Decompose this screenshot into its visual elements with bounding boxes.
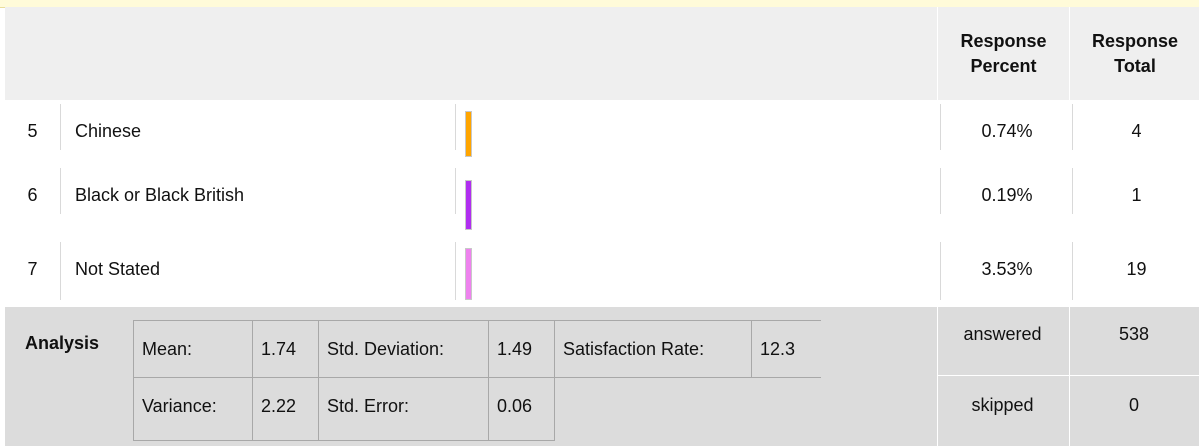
analysis-panel: Analysis Mean: 1.74 Std. Deviation: 1.49… (5, 307, 1199, 446)
row-percent: 0.74% (942, 104, 1073, 150)
skipped-label: skipped (971, 395, 1034, 415)
row-label: Chinese (62, 104, 456, 150)
table-header: Response Percent Response Total (5, 7, 1199, 100)
response-total-header-line2: Total (1114, 55, 1156, 76)
mean-value: 1.74 (252, 320, 319, 378)
variance-value: 2.22 (252, 377, 319, 441)
row-number: 7 (5, 242, 61, 300)
response-bar (465, 111, 472, 157)
bar-cell (457, 104, 941, 157)
row-number: 6 (5, 168, 61, 214)
row-total: 1 (1131, 185, 1142, 205)
std-deviation-label: Std. Deviation: (318, 320, 489, 378)
response-bar (465, 248, 472, 300)
row-total: 4 (1131, 121, 1142, 141)
skipped-value: 0 (1128, 395, 1139, 415)
response-total-header-line1: Response (1091, 30, 1179, 51)
variance-label: Variance: (133, 377, 253, 441)
bar-cell (457, 168, 941, 230)
std-error-label: Std. Error: (318, 377, 489, 441)
response-bar (465, 180, 472, 230)
row-label: Not Stated (62, 242, 456, 300)
answered-value: 538 (1118, 324, 1150, 344)
table-row: 6 Black or Black British 0.19% 1 (5, 168, 1199, 230)
response-percent-header: Response Percent (937, 7, 1069, 100)
row-label: Black or Black British (62, 168, 456, 214)
table-row: 7 Not Stated 3.53% 19 (5, 242, 1199, 300)
mean-label: Mean: (133, 320, 253, 378)
std-error-value: 0.06 (488, 377, 555, 441)
answered-label: answered (963, 324, 1042, 344)
satisfaction-rate-label: Satisfaction Rate: (554, 320, 752, 378)
satisfaction-underline (751, 377, 821, 378)
response-percent-header-line1: Response (960, 30, 1047, 51)
response-percent-header-line2: Percent (970, 55, 1037, 76)
row-percent: 3.53% (942, 242, 1073, 300)
analysis-col-divider-2 (1069, 307, 1070, 446)
row-number: 5 (5, 104, 61, 150)
analysis-col-divider-1 (937, 307, 938, 446)
bar-cell (457, 242, 941, 300)
analysis-title: Analysis (25, 333, 100, 353)
row-total: 19 (1126, 259, 1147, 279)
analysis-right-divider (937, 375, 1199, 376)
row-percent: 0.19% (942, 168, 1073, 214)
response-total-header: Response Total (1069, 7, 1199, 100)
table-row: 5 Chinese 0.74% 4 (5, 104, 1199, 157)
std-deviation-value: 1.49 (488, 320, 555, 378)
satisfaction-rate-value: 12.3 (751, 320, 821, 378)
